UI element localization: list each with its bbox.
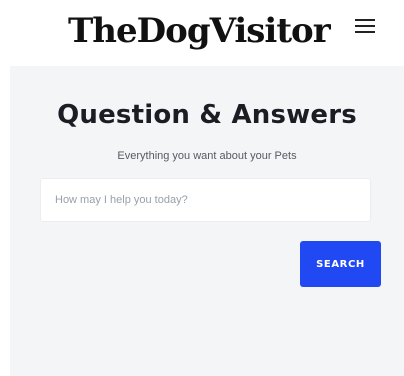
menu-bar <box>355 25 375 27</box>
search-input[interactable] <box>40 178 371 222</box>
hamburger-menu-icon[interactable] <box>355 19 375 35</box>
qa-hero-panel: Question & Answers Everything you want a… <box>10 66 404 376</box>
menu-bar <box>355 19 375 21</box>
menu-bar <box>355 31 375 33</box>
site-logo[interactable]: TheDogVisitor <box>68 9 331 53</box>
search-button[interactable]: SEARCH <box>300 241 381 287</box>
site-header: TheDogVisitor <box>0 0 404 62</box>
page-title: Question & Answers <box>57 100 357 130</box>
page-subtitle: Everything you want about your Pets <box>117 150 297 162</box>
